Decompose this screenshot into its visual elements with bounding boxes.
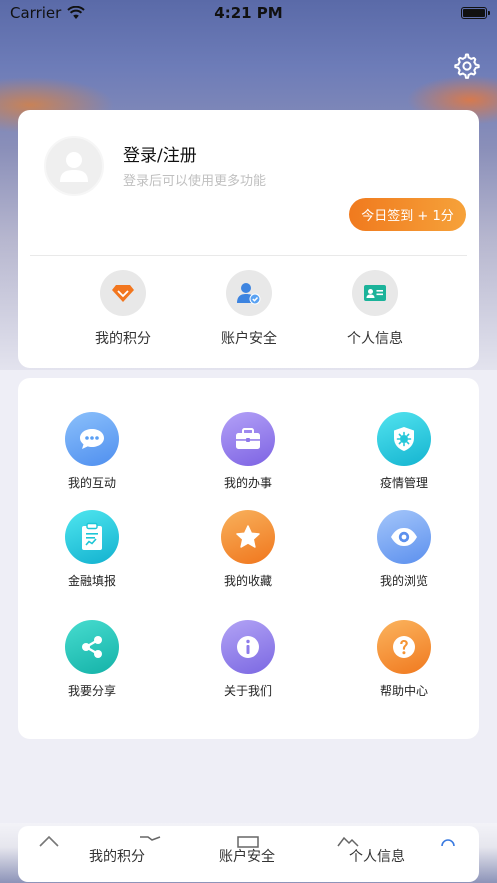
gear-icon	[454, 53, 480, 79]
menu-item-label: 我要分享	[67, 684, 116, 698]
menu-item-label: 我的互动	[67, 476, 116, 490]
quick-icon-wrap	[100, 270, 146, 316]
login-hint-text: 登录后可以使用更多功能	[123, 174, 267, 189]
diamond-icon	[112, 285, 134, 302]
ghost-label: 账户安全	[219, 849, 275, 865]
menu-icon-wrap	[377, 620, 431, 674]
quick-icon-wrap	[226, 270, 272, 316]
menu-icon-wrap	[221, 510, 275, 564]
menu-item-label: 疫情管理	[379, 476, 428, 490]
avatar[interactable]	[44, 136, 104, 196]
quick-link-label: 我的积分	[95, 331, 151, 347]
virus-shield-icon	[394, 427, 414, 451]
menu-item-my-browsing[interactable]: 我的浏览	[349, 510, 459, 589]
menu-item-label: 金融填报	[67, 574, 116, 588]
menu-item-label: 我的办事	[223, 476, 272, 490]
quick-link-label: 个人信息	[347, 331, 403, 347]
user-avatar-icon	[60, 152, 88, 182]
ghost-quick-links: 我的积分 账户安全 个人信息	[18, 826, 479, 882]
menu-icon-wrap	[221, 620, 275, 674]
question-icon	[393, 636, 415, 658]
chevron-up-icon	[39, 835, 59, 847]
menu-item-help-center[interactable]: 帮助中心	[349, 620, 459, 699]
menu-icon-wrap	[377, 412, 431, 466]
share-icon	[82, 636, 102, 658]
menu-item-my-interaction[interactable]: 我的互动	[37, 412, 147, 491]
menu-icon-wrap	[65, 620, 119, 674]
menu-item-share[interactable]: 我要分享	[37, 620, 147, 699]
wifi-icon	[67, 6, 86, 19]
menu-item-my-favorites[interactable]: 我的收藏	[193, 510, 303, 589]
status-bar: Carrier 4:21 PM	[0, 0, 497, 26]
menu-item-my-affairs[interactable]: 我的办事	[193, 412, 303, 491]
menu-item-about-us[interactable]: 关于我们	[193, 620, 303, 699]
ghost-label: 我的积分	[89, 849, 145, 865]
id-card-icon	[364, 285, 386, 301]
menu-icon-wrap	[221, 412, 275, 466]
star-icon	[236, 525, 260, 548]
menu-item-label: 帮助中心	[379, 684, 428, 698]
settings-button[interactable]	[452, 52, 480, 80]
menu-item-epidemic-management[interactable]: 疫情管理	[349, 412, 459, 491]
user-shield-icon	[237, 283, 261, 305]
menu-item-label: 关于我们	[223, 684, 272, 698]
menu-icon-wrap	[65, 510, 119, 564]
loading-arc-icon	[441, 839, 455, 847]
divider	[30, 255, 467, 256]
quick-link-account-security[interactable]: 账户安全	[189, 270, 309, 348]
menu-item-label: 我的收藏	[223, 574, 272, 588]
eye-icon	[391, 528, 417, 546]
profile-card: 登录/注册 登录后可以使用更多功能 今日签到 + 1分 我的积分 账户安全 个人…	[18, 110, 479, 368]
daily-checkin-button[interactable]: 今日签到 + 1分	[349, 198, 466, 231]
menu-icon-wrap	[65, 412, 119, 466]
quick-link-personal-info[interactable]: 个人信息	[315, 270, 435, 348]
menu-item-finance-report[interactable]: 金融填报	[37, 510, 147, 589]
ghost-label: 个人信息	[349, 849, 405, 865]
bottom-overlay: 我的积分 账户安全 个人信息	[0, 823, 497, 883]
clipboard-icon	[82, 522, 102, 550]
quick-link-label: 账户安全	[221, 331, 277, 347]
briefcase-icon	[236, 428, 260, 449]
info-icon	[237, 636, 259, 658]
quick-links: 我的积分 账户安全 个人信息	[18, 270, 479, 350]
carrier-label: Carrier	[10, 4, 62, 22]
battery-icon	[461, 7, 490, 19]
menu-icon-wrap	[377, 510, 431, 564]
login-register-link[interactable]: 登录/注册	[123, 141, 197, 166]
quick-link-points[interactable]: 我的积分	[63, 270, 183, 348]
menu-grid: 我的互动 我的办事 疫情管理 金融填报 我的收藏 我的浏览 我要分享 关于我们 …	[18, 378, 479, 739]
chat-icon	[80, 429, 104, 449]
quick-icon-wrap	[352, 270, 398, 316]
menu-item-label: 我的浏览	[379, 574, 428, 588]
